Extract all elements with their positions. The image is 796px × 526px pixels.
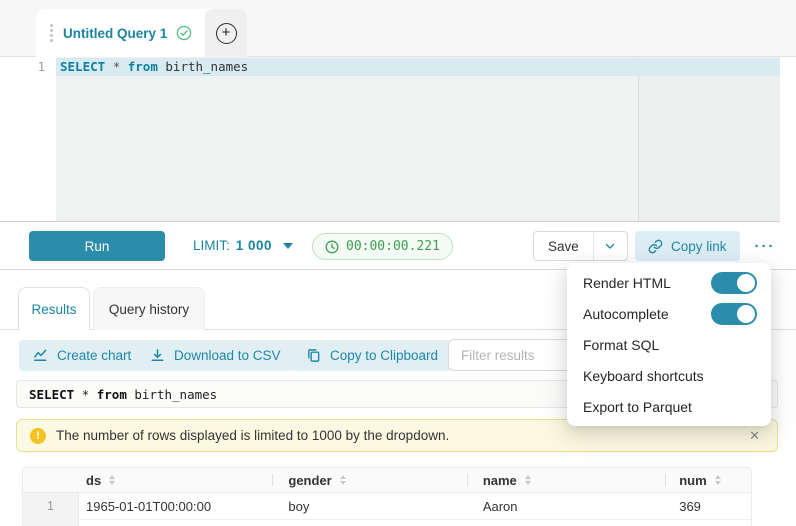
sql-editor[interactable]: 1 SELECT * from birth_names [0,57,780,222]
tab-untitled-query[interactable]: Untitled Query 1 ✕ [36,9,232,57]
column-label: ds [86,473,101,488]
download-csv-button[interactable]: Download to CSV [136,340,295,371]
sql-code-line[interactable]: SELECT * from birth_names [60,58,248,76]
cell-ds: 1965-01-01T00:00:00 [79,493,272,519]
table-header-row: ds gender name num [22,467,752,493]
menu-item-format-sql[interactable]: Format SQL [567,329,771,360]
sql-keyword: from [128,59,158,74]
sql-keyword: from [97,387,127,402]
table-row[interactable]: 1 1965-01-01T00:00:00 boy Aaron 369 [22,493,752,520]
cell-gender: boy [272,493,466,519]
more-menu-button[interactable]: ··· [748,231,782,261]
column-label: num [679,473,706,488]
menu-item-label: Keyboard shortcuts [583,368,704,384]
menu-item-label: Render HTML [583,275,671,291]
limit-dropdown[interactable]: LIMIT: 1 000 [193,222,293,269]
clock-icon [325,240,339,254]
download-csv-label: Download to CSV [174,348,281,363]
menu-item-autocomplete[interactable]: Autocomplete [567,298,771,329]
tab-query-history[interactable]: Query history [93,287,205,330]
row-number-header [23,468,79,492]
saved-check-icon [176,25,192,41]
new-tab-button[interactable]: + [205,9,247,57]
tab-results[interactable]: Results [18,287,90,330]
column-header-ds[interactable]: ds [79,468,272,492]
cell-num [665,520,751,526]
create-chart-button[interactable]: Create chart [19,340,145,371]
drag-handle-icon[interactable] [50,24,53,42]
sort-icon[interactable] [715,475,721,485]
timer-value: 00:00:00.221 [346,239,440,254]
sort-icon[interactable] [525,475,531,485]
row-number-cell: 1 [23,493,79,519]
copy-icon [306,348,321,363]
editor-print-margin [638,57,780,221]
copy-clipboard-label: Copy to Clipboard [330,348,438,363]
create-chart-label: Create chart [57,348,131,363]
query-timer-badge: 00:00:00.221 [312,233,453,260]
menu-item-export-parquet[interactable]: Export to Parquet [567,391,771,422]
copy-clipboard-button[interactable]: Copy to Clipboard [292,340,452,371]
cell-ds [79,520,272,526]
save-dropdown-button[interactable] [594,232,627,260]
limit-label: LIMIT: [193,238,230,253]
sort-icon[interactable] [109,475,115,485]
column-header-num[interactable]: num [665,468,751,492]
menu-item-keyboard-shortcuts[interactable]: Keyboard shortcuts [567,360,771,391]
autocomplete-toggle[interactable] [711,303,757,325]
row-number-cell [23,520,79,526]
sort-icon[interactable] [340,475,346,485]
query-tab-label: Untitled Query 1 [63,26,167,41]
cell-num: 369 [665,493,751,519]
warning-text: The number of rows displayed is limited … [56,428,735,443]
table-row-partial[interactable] [22,520,752,526]
save-split-button: Save [533,231,628,261]
column-header-name[interactable]: name [467,468,665,492]
cell-name: Aaron [467,493,665,519]
link-icon [648,239,663,254]
editor-options-menu: Render HTML Autocomplete Format SQL Keyb… [567,263,771,426]
copy-link-button[interactable]: Copy link [635,231,740,261]
menu-item-label: Autocomplete [583,306,669,322]
warning-icon: ! [30,428,46,444]
close-banner-icon[interactable]: ✕ [745,426,764,446]
cell-gender [272,520,466,526]
limit-value: 1 000 [236,238,272,253]
menu-item-render-html[interactable]: Render HTML [567,267,771,298]
menu-item-label: Format SQL [583,337,659,353]
sql-keyword: SELECT [29,387,74,402]
column-label: gender [288,473,331,488]
copy-link-label: Copy link [671,239,727,254]
save-button[interactable]: Save [534,232,594,260]
download-icon [150,348,165,363]
sql-lab-screen: Untitled Query 1 ✕ + 1 SELECT * from bir… [0,0,796,526]
sql-operator: * [82,387,90,402]
menu-item-label: Export to Parquet [583,399,692,415]
line-number: 1 [38,58,45,76]
caret-down-icon [283,243,293,249]
sql-table-name: birth_names [165,59,248,74]
render-html-toggle[interactable] [711,272,757,294]
sql-table-name: birth_names [134,387,217,402]
cell-name [467,520,665,526]
plus-icon: + [216,23,237,44]
column-label: name [483,473,517,488]
query-tab-bar: Untitled Query 1 ✕ + [0,0,796,57]
chart-icon [33,348,48,363]
run-button[interactable]: Run [29,231,165,261]
results-table: ds gender name num 1 1965-01-01T00:00:00… [22,467,752,526]
editor-gutter: 1 [0,57,56,221]
column-header-gender[interactable]: gender [272,468,466,492]
sql-keyword: SELECT [60,59,105,74]
